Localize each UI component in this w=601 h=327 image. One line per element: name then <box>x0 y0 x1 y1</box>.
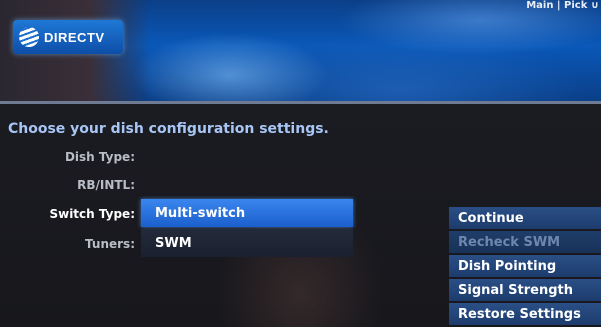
dish-pointing-button[interactable]: Dish Pointing <box>449 255 601 277</box>
signal-strength-button[interactable]: Signal Strength <box>449 279 601 301</box>
tuners-field[interactable]: SWM <box>141 229 353 257</box>
continue-button[interactable]: Continue <box>449 207 601 229</box>
switch-type-field[interactable]: Multi-switch <box>141 199 353 227</box>
rb-intl-label: RB/INTL: <box>77 178 135 192</box>
recheck-swm-button[interactable]: Recheck SWM <box>449 231 601 253</box>
action-menu: Continue Recheck SWM Dish Pointing Signa… <box>449 207 601 327</box>
directv-logo: DIRECTV <box>13 20 123 54</box>
dish-setup-screen: DIRECTV Main | Pick ∪ Choose your dish c… <box>0 0 601 327</box>
tuners-label: Tuners: <box>85 237 135 251</box>
restore-settings-button[interactable]: Restore Settings <box>449 303 601 325</box>
top-info-text: Main | Pick ∪ <box>526 0 599 11</box>
switch-type-label: Switch Type: <box>49 207 135 221</box>
brand-name: DIRECTV <box>44 29 105 45</box>
globe-icon <box>19 27 39 47</box>
page-prompt: Choose your dish configuration settings. <box>8 121 329 137</box>
dish-type-label: Dish Type: <box>64 150 135 164</box>
